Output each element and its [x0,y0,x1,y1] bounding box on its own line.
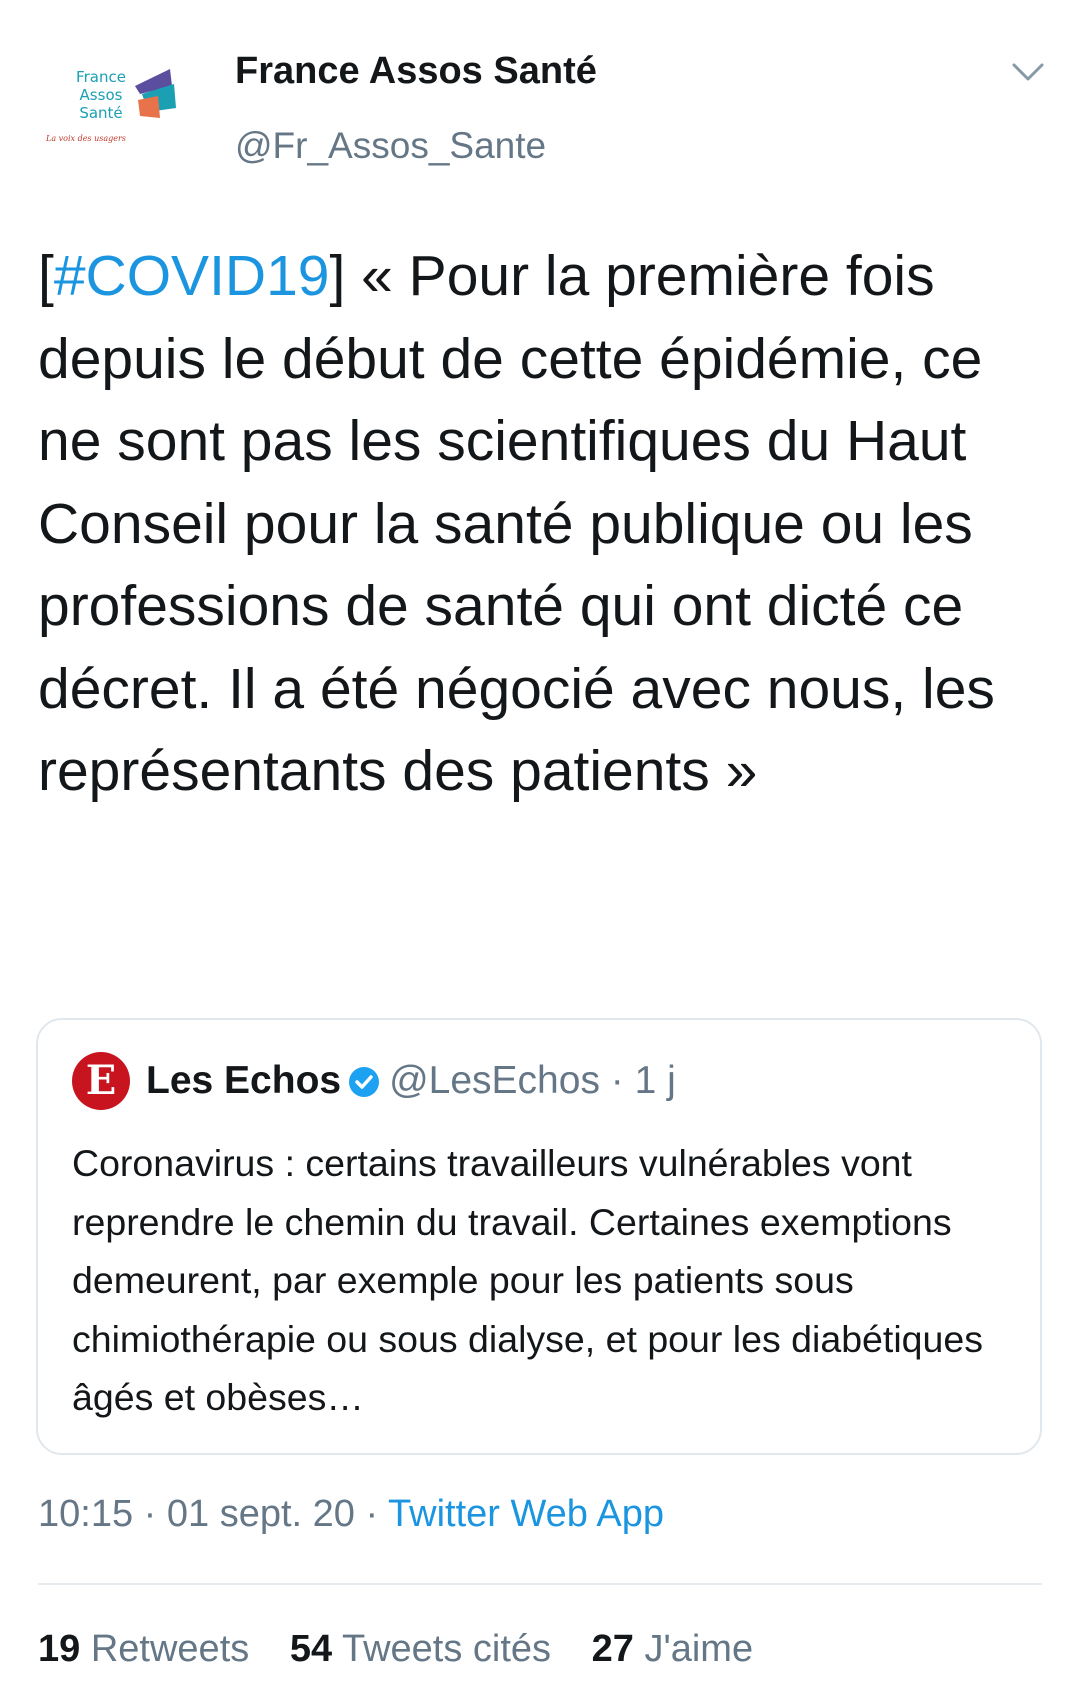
quoted-author-name[interactable]: Les Echos [146,1059,341,1102]
tweet-date[interactable]: 01 sept. 20 [167,1493,355,1535]
hashtag-link[interactable]: #COVID19 [54,244,330,308]
quoted-tweet-time: 1 j [634,1059,676,1102]
author-name[interactable]: France Assos Santé [235,50,597,93]
divider [38,1583,1042,1585]
author-handle[interactable]: @Fr_Assos_Sante [235,125,546,167]
tweet-stats: 19 Retweets 54 Tweets cités 27 J'aime [38,1628,783,1671]
tweet-text: [#COVID19] « Pour la première fois depui… [38,244,995,803]
quoted-tweet-text: Coronavirus : certains travailleurs vuln… [72,1142,983,1418]
tweet-header: France Assos Santé La voix des usagers F… [0,0,1080,190]
tweet-time: 10:15 [38,1493,134,1535]
quoted-author-handle[interactable]: @LesEchos [389,1059,600,1102]
chevron-down-icon[interactable] [1010,60,1046,84]
tweet-source-link[interactable]: Twitter Web App [388,1493,664,1535]
quoted-tweet-header: Les Echos @LesEchos · 1 j [146,1059,676,1102]
likes-stat[interactable]: 27 J'aime [592,1628,753,1670]
author-avatar[interactable]: France Assos Santé La voix des usagers [38,58,188,158]
quoted-avatar[interactable]: E [72,1052,130,1110]
quote-tweets-stat[interactable]: 54 Tweets cités [290,1628,551,1670]
logo-mark-icon [135,69,176,118]
avatar-logo-tagline: La voix des usagers [46,134,126,143]
retweets-stat[interactable]: 19 Retweets [38,1628,249,1670]
verified-badge-icon [349,1067,380,1097]
quoted-tweet-card[interactable]: E Les Echos @LesEchos · 1 j Coronavirus … [36,1018,1042,1455]
tweet-meta: 10:15 · 01 sept. 20 · Twitter Web App [38,1493,664,1535]
